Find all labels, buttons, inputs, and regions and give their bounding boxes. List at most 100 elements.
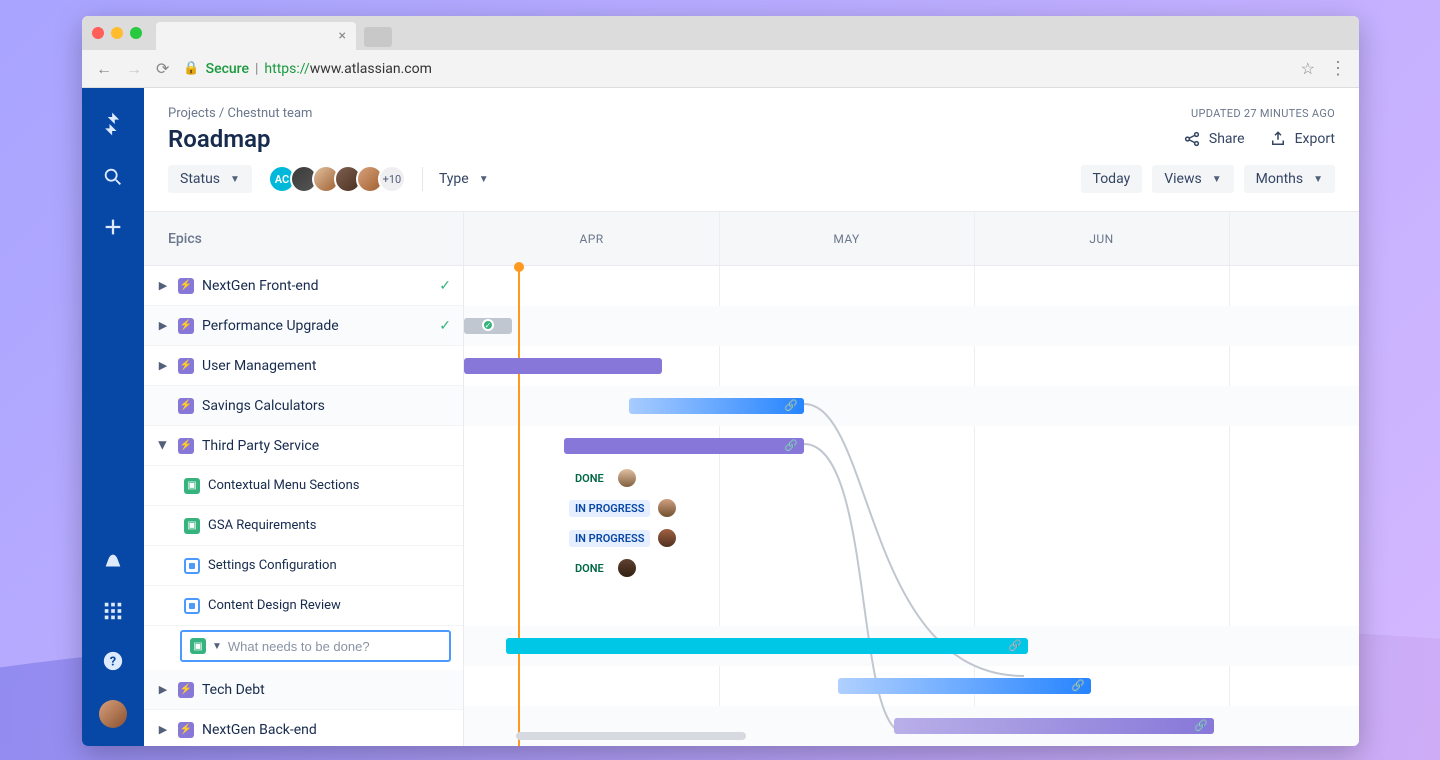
today-button[interactable]: Today: [1081, 165, 1143, 193]
issue-status[interactable]: IN PROGRESS: [569, 528, 676, 548]
application: ? Projects / Chestnut team UPDATED 27 MI…: [82, 88, 1359, 746]
chevron-right-icon[interactable]: ▶: [156, 359, 170, 372]
timeline-bar[interactable]: ✓: [464, 318, 512, 334]
assignee-filter[interactable]: AC +10: [268, 165, 406, 193]
issue-row[interactable]: Settings Configuration: [144, 546, 463, 586]
breadcrumb-projects[interactable]: Projects: [168, 106, 216, 121]
jira-logo-icon[interactable]: [99, 110, 127, 138]
status-filter[interactable]: Status ▼: [168, 165, 252, 193]
timeline-bar[interactable]: 🔗: [564, 438, 804, 454]
search-icon[interactable]: [102, 166, 124, 188]
epic-row[interactable]: ▶ ⚡ NextGen Back-end: [144, 710, 463, 746]
epic-row[interactable]: ▶ ⚡ User Management: [144, 346, 463, 386]
epic-row[interactable]: ▶ ⚡ NextGen Front-end ✓: [144, 266, 463, 306]
tab-strip: ×: [82, 16, 1359, 50]
issue-name: Content Design Review: [208, 598, 341, 613]
bookmark-icon[interactable]: ☆: [1301, 59, 1315, 78]
issue-status[interactable]: DONE: [569, 468, 636, 488]
back-icon[interactable]: ←: [96, 59, 112, 79]
export-button[interactable]: Export: [1269, 130, 1335, 148]
epic-name: NextGen Back-end: [202, 722, 317, 738]
epic-row[interactable]: ▶ ⚡ Third Party Service: [144, 426, 463, 466]
avatar: [658, 529, 676, 547]
issue-row[interactable]: ▣GSA Requirements: [144, 506, 463, 546]
nav-rail: ?: [82, 88, 144, 746]
issue-row[interactable]: Content Design Review: [144, 586, 463, 626]
month-label: JUN: [974, 212, 1229, 265]
page-title: Roadmap: [168, 125, 270, 153]
browser-tab[interactable]: ×: [156, 22, 356, 50]
timeline-header: APR MAY JUN: [464, 212, 1359, 266]
avatar: [658, 499, 676, 517]
views-button[interactable]: Views▼: [1152, 165, 1233, 193]
main-content: Projects / Chestnut team UPDATED 27 MINU…: [144, 88, 1359, 746]
chevron-down-icon[interactable]: ▶: [157, 439, 170, 453]
timeline-bar[interactable]: [464, 358, 662, 374]
chevron-down-icon: ▼: [1212, 174, 1222, 185]
reload-icon[interactable]: ⟳: [156, 59, 169, 78]
notifications-icon[interactable]: [102, 550, 124, 572]
epic-row[interactable]: ▶ ⚡ Tech Debt: [144, 670, 463, 710]
month-label: APR: [464, 212, 719, 265]
timeline-bar[interactable]: 🔗: [894, 718, 1214, 734]
address-bar-row: ← → ⟳ 🔒 Secure | https://www.atlassian.c…: [82, 50, 1359, 88]
chevron-right-icon[interactable]: ▶: [156, 319, 170, 332]
chevron-down-icon: ▼: [479, 174, 489, 185]
minimize-window-icon[interactable]: [111, 27, 123, 39]
create-issue-input[interactable]: ▣ ▼: [180, 630, 451, 662]
month-label: MAY: [719, 212, 974, 265]
apps-icon[interactable]: [102, 600, 124, 622]
epic-row[interactable]: ▶ ⚡ Performance Upgrade ✓: [144, 306, 463, 346]
horizontal-scrollbar[interactable]: [516, 732, 746, 740]
epic-icon: ⚡: [178, 682, 194, 698]
epic-name: Savings Calculators: [202, 398, 325, 414]
browser-menu-icon[interactable]: ⋮: [1329, 58, 1345, 79]
new-tab-button[interactable]: [364, 27, 392, 47]
status-filter-label: Status: [180, 171, 220, 187]
chevron-down-icon[interactable]: ▼: [212, 641, 222, 652]
timeline-bar[interactable]: 🔗: [629, 398, 804, 414]
breadcrumb-row: Projects / Chestnut team UPDATED 27 MINU…: [144, 88, 1359, 121]
scale-button[interactable]: Months▼: [1244, 165, 1335, 193]
address-bar[interactable]: 🔒 Secure | https://www.atlassian.com: [183, 61, 1286, 77]
epic-name: User Management: [202, 358, 316, 374]
timeline-area[interactable]: APR MAY JUN: [464, 212, 1359, 746]
type-filter[interactable]: Type ▼: [439, 171, 489, 187]
link-icon: 🔗: [1194, 719, 1208, 732]
create-icon[interactable]: [102, 216, 124, 238]
svg-text:?: ?: [110, 655, 116, 670]
issue-name: Settings Configuration: [208, 558, 337, 573]
url-host: www.atlassian.com: [310, 61, 432, 77]
story-icon: ▣: [184, 478, 200, 494]
chevron-right-icon[interactable]: ▶: [156, 279, 170, 292]
timeline-bar[interactable]: 🔗: [506, 638, 1028, 654]
story-icon: ▣: [184, 518, 200, 534]
help-icon[interactable]: ?: [102, 650, 124, 672]
forward-icon: →: [126, 59, 142, 79]
epic-name: Performance Upgrade: [202, 318, 339, 334]
link-icon: 🔗: [1071, 679, 1085, 692]
epic-row[interactable]: ▶ ⚡ Savings Calculators: [144, 386, 463, 426]
link-icon: 🔗: [1008, 639, 1022, 652]
timeline-bar[interactable]: 🔗: [838, 678, 1091, 694]
chevron-right-icon[interactable]: ▶: [156, 723, 170, 736]
done-check-icon: ✓: [439, 278, 451, 294]
window-controls[interactable]: [92, 27, 142, 39]
maximize-window-icon[interactable]: [130, 27, 142, 39]
breadcrumb-team[interactable]: Chestnut team: [228, 106, 313, 121]
issue-row[interactable]: ▣Contextual Menu Sections: [144, 466, 463, 506]
new-issue-field[interactable]: [228, 639, 441, 654]
issue-status[interactable]: IN PROGRESS: [569, 498, 676, 518]
close-window-icon[interactable]: [92, 27, 104, 39]
chevron-down-icon: ▼: [230, 174, 240, 185]
close-tab-icon[interactable]: ×: [339, 28, 346, 44]
share-icon: [1183, 130, 1201, 148]
epic-name: NextGen Front-end: [202, 278, 318, 294]
chevron-right-icon[interactable]: ▶: [156, 683, 170, 696]
story-icon: ▣: [190, 638, 206, 654]
issue-status[interactable]: DONE: [569, 558, 636, 578]
profile-avatar[interactable]: [99, 700, 127, 728]
avatar-overflow[interactable]: +10: [378, 165, 406, 193]
share-button[interactable]: Share: [1183, 130, 1245, 148]
epic-icon: ⚡: [178, 278, 194, 294]
